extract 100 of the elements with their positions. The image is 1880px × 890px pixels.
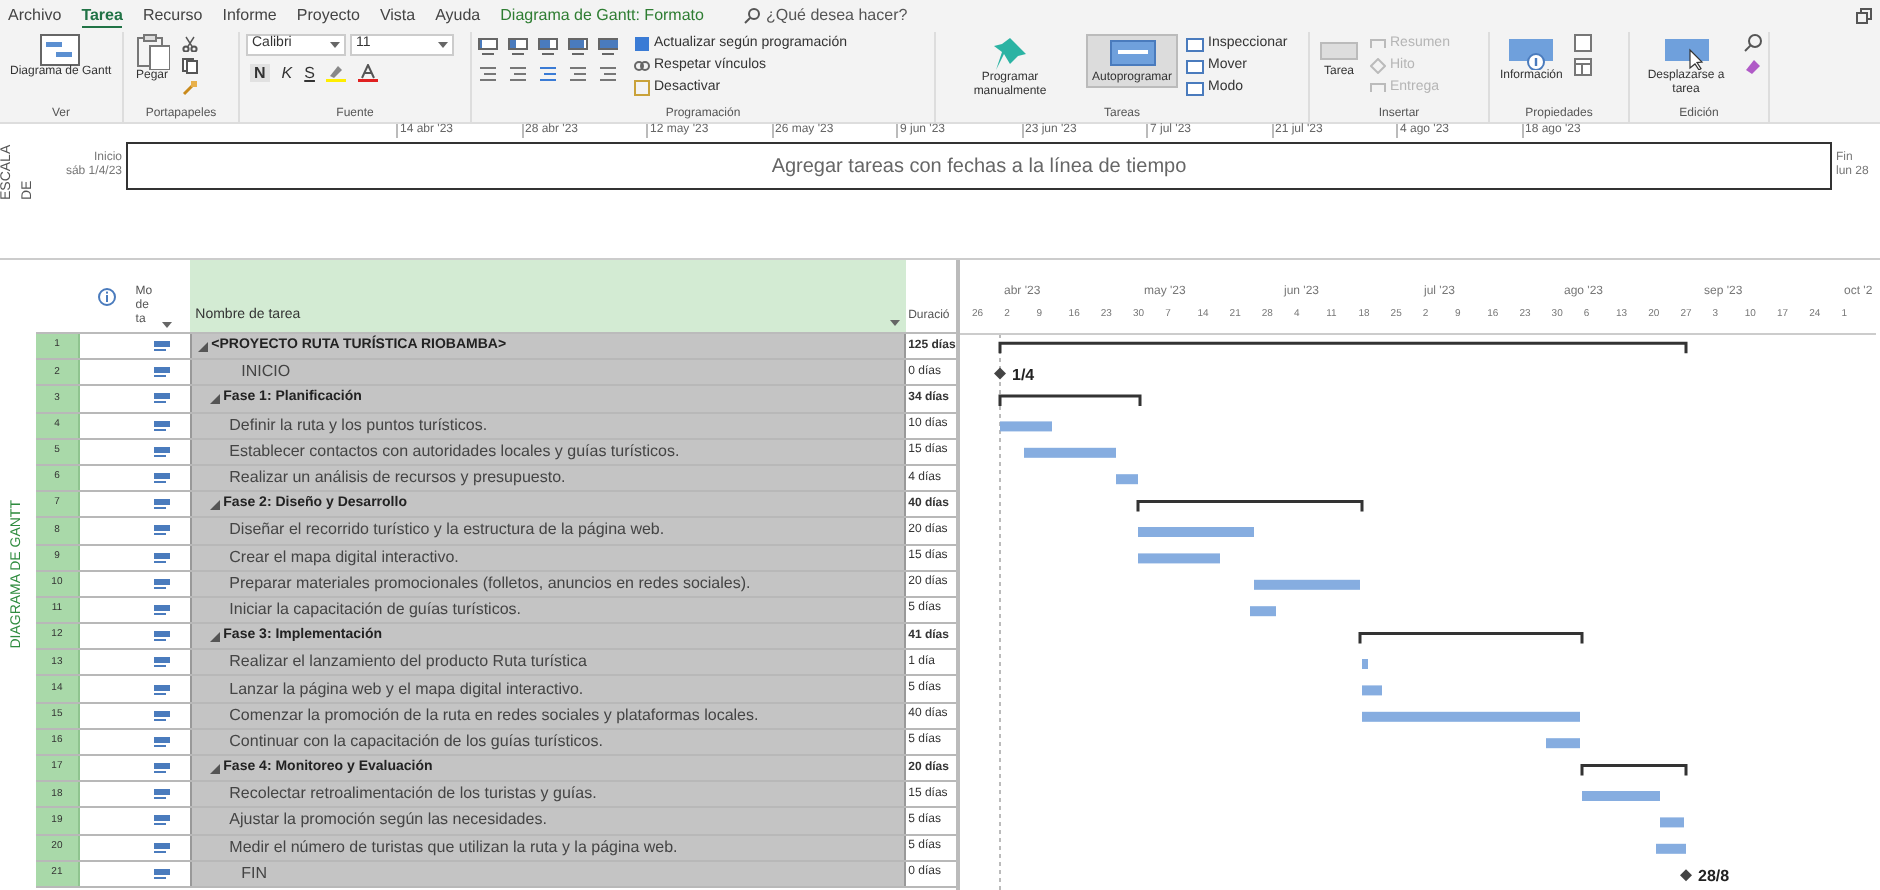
scissors-icon (182, 36, 198, 52)
task-bar[interactable] (1254, 579, 1360, 590)
menu-tab[interactable]: Archivo (8, 6, 62, 26)
manual-schedule-icon (992, 36, 1028, 72)
task-mode-icon (154, 814, 171, 827)
task-mode-icon (154, 498, 171, 511)
task-bar[interactable] (1656, 843, 1686, 854)
timeline-bar[interactable]: Agregar tareas con fechas a la línea de tiempo (126, 142, 1832, 190)
task-name: Diseñar el recorrido turístico y la estructura de la página web. (229, 518, 665, 543)
brush-icon (182, 80, 198, 96)
task-name: Medir el número de turistas que utilizan la ruta y la página web. (229, 835, 678, 860)
collapse-icon[interactable] (209, 631, 220, 642)
task-bar[interactable] (1138, 553, 1220, 564)
task-name: Realizar un análisis de recursos y presupuesto. (229, 466, 566, 491)
task-name: Crear el mapa digital interactivo. (229, 545, 459, 570)
task-mode-icon (154, 340, 171, 353)
task-name: Lanzar la página web y el mapa digital interactivo. (229, 677, 584, 702)
format-button[interactable]: N (250, 64, 270, 82)
task-mode-icon (154, 788, 171, 801)
percent-complete-icon (538, 38, 558, 56)
collapse-icon[interactable] (197, 341, 208, 352)
task-mode-icon (154, 656, 171, 669)
percent-complete-icon (598, 38, 618, 56)
task-bar[interactable] (1362, 711, 1580, 722)
percent-complete-icon (508, 38, 528, 56)
task-bar[interactable] (1362, 685, 1382, 696)
task-bar[interactable] (1138, 527, 1254, 537)
indent-icon (568, 64, 588, 82)
task-mode-icon (154, 577, 171, 590)
task-name: Recolectar retroalimentación de los turistas y guías. (229, 782, 597, 807)
indent-icon (538, 64, 558, 82)
indent-icon (508, 64, 528, 82)
details-icon (1574, 58, 1593, 76)
task-mode-icon (154, 551, 171, 564)
task-name: Realizar el lanzamiento del producto Ruta turística (229, 650, 587, 675)
task-bar[interactable] (1250, 606, 1276, 617)
task-mode-icon (154, 603, 171, 616)
highlighter-icon (326, 64, 347, 82)
task-mode-icon (154, 683, 171, 696)
info-icon (98, 287, 117, 305)
task-mode-icon (154, 735, 171, 748)
indent-icon (598, 64, 618, 82)
menu-tab[interactable]: Ayuda (435, 6, 481, 26)
task-name: Ajustar la promoción según las necesidades. (229, 808, 547, 833)
task-bar[interactable] (1582, 791, 1660, 801)
menu-tab[interactable]: Vista (379, 6, 416, 26)
task-bar[interactable] (1362, 659, 1368, 669)
task-mode-icon (154, 709, 171, 722)
format-button[interactable]: S (304, 64, 315, 82)
indent-icon (478, 64, 498, 82)
dropdown-icon (890, 320, 901, 326)
calendar-icon (634, 35, 650, 51)
collapse-icon[interactable] (209, 393, 220, 404)
task-name: Continuar con la capacitación de los guías turísticos. (229, 729, 603, 754)
task-name: Establecer contactos con autoridades locales y guías turísticos. (229, 439, 680, 464)
menu-tab[interactable]: Recurso (142, 6, 203, 26)
percent-complete-icon (568, 38, 588, 56)
milestone-diamond (994, 367, 1006, 380)
task-bar[interactable] (1660, 817, 1684, 828)
task-bar[interactable] (1024, 447, 1116, 458)
summary-bar (998, 394, 1142, 406)
search-icon (1744, 34, 1762, 52)
timeline-prompt: Agregar tareas con fechas a la línea de tiempo (771, 153, 1187, 181)
collapse-icon[interactable] (209, 763, 220, 774)
dropdown-icon (330, 42, 340, 48)
menu-tab[interactable]: Informe (222, 6, 277, 26)
eraser-icon (1744, 58, 1762, 76)
dropdown-icon (438, 42, 448, 48)
summary-bar (1580, 764, 1688, 776)
menu-tab[interactable]: Diagrama de Gantt: Formato (500, 6, 704, 26)
task-mode-icon (154, 419, 171, 432)
task-name: Preparar materiales promocionales (folletos, anuncios en redes sociales). (229, 571, 751, 596)
task-name: Iniciar la capacitación de guías turísticos. (229, 597, 522, 622)
format-button[interactable]: K (281, 64, 293, 82)
milestone-label: 28/8 (1698, 867, 1730, 886)
bracket-icon (1370, 79, 1386, 95)
task-bar[interactable] (1546, 738, 1580, 749)
task-mode-icon (154, 841, 171, 854)
menu-tab[interactable]: Proyecto (296, 6, 360, 26)
task-mode-icon (154, 392, 171, 405)
task-mode-icon (154, 366, 171, 379)
milestone-diamond (1680, 869, 1692, 882)
percent-complete-icon (478, 38, 498, 56)
task-bar[interactable] (1116, 474, 1138, 485)
task-mode-icon (154, 445, 171, 458)
link-icon (634, 57, 650, 73)
task-name: Comenzar la promoción de la ruta en redes sociales y plataformas locales. (229, 703, 759, 728)
task-mode-icon (154, 762, 171, 775)
task-mode-icon (154, 867, 171, 880)
task-mode-icon (154, 630, 171, 643)
collapse-icon[interactable] (209, 499, 220, 510)
task-bar[interactable] (1000, 421, 1052, 432)
dropdown-icon (161, 322, 172, 328)
task-name: INICIO (241, 360, 291, 385)
search-field[interactable]: ¿Qué desea hacer? (765, 4, 1046, 28)
diamond-icon (1370, 57, 1386, 73)
font-color-icon (358, 64, 379, 82)
menu-tab[interactable]: Tarea (81, 5, 123, 27)
bracket-icon (1370, 35, 1386, 51)
task-name: FIN (241, 861, 268, 886)
